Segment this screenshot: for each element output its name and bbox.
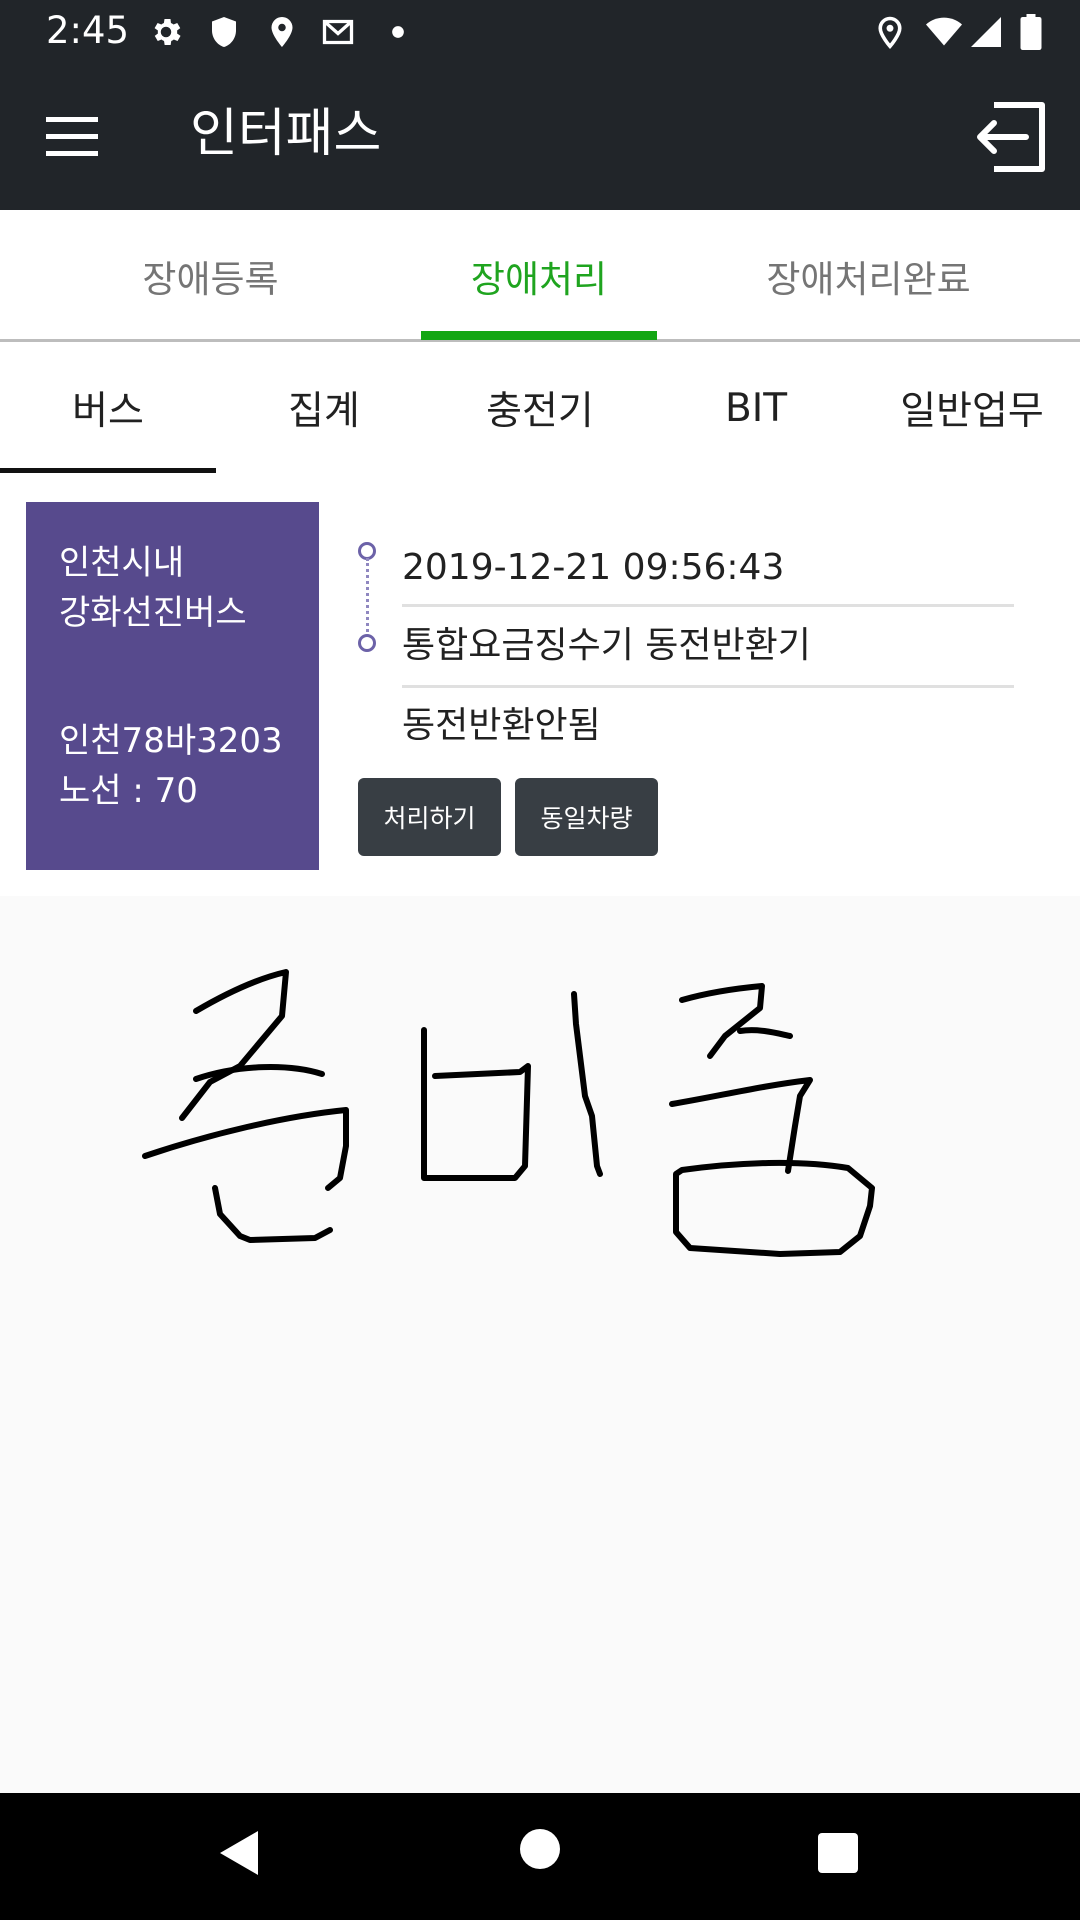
navigation-bar bbox=[0, 1793, 1080, 1920]
location-icon bbox=[878, 16, 902, 49]
tab-fault-completed[interactable]: 장애처리완료 bbox=[657, 210, 1080, 342]
dot-icon bbox=[392, 26, 404, 38]
bus-company-region: 인천시내 bbox=[59, 543, 185, 583]
location-icon bbox=[271, 17, 293, 47]
bus-plate-number: 인천78바3203 bbox=[59, 721, 283, 761]
wifi-icon bbox=[926, 17, 962, 46]
tab-bus[interactable]: 버스 bbox=[0, 342, 216, 474]
tab-charger[interactable]: 충전기 bbox=[432, 342, 648, 474]
bus-route: 노선 : 70 bbox=[59, 771, 198, 811]
primary-tab-bar: 장애등록 장애처리 장애처리완료 bbox=[0, 210, 1080, 342]
hamburger-menu-icon[interactable] bbox=[46, 117, 98, 157]
handwriting-canvas[interactable] bbox=[0, 896, 1080, 1793]
timeline-dot-icon bbox=[358, 634, 376, 652]
status-time: 2:45 bbox=[46, 9, 130, 52]
gear-icon bbox=[154, 18, 181, 46]
tab-aggregate[interactable]: 집계 bbox=[216, 342, 432, 474]
tab-bit[interactable]: BIT bbox=[648, 342, 864, 474]
shield-icon bbox=[212, 17, 236, 47]
app-title: 인터패스 bbox=[190, 104, 382, 164]
home-icon[interactable] bbox=[518, 1827, 562, 1871]
battery-icon bbox=[1020, 14, 1042, 50]
recents-icon[interactable] bbox=[816, 1831, 860, 1875]
process-button[interactable]: 처리하기 bbox=[358, 778, 501, 856]
logout-icon[interactable] bbox=[970, 97, 1050, 177]
row-divider bbox=[402, 604, 1014, 607]
tab-general-work[interactable]: 일반업무 bbox=[864, 342, 1080, 474]
tab-fault-registration[interactable]: 장애등록 bbox=[0, 210, 421, 342]
row-divider bbox=[402, 685, 1014, 688]
bus-info-box: 인천시내 강화선진버스 인천78바3203 노선 : 70 bbox=[26, 502, 319, 870]
signal-icon bbox=[971, 17, 1001, 47]
same-vehicle-button[interactable]: 동일차량 bbox=[515, 778, 658, 856]
app-bar: 인터패스 bbox=[0, 63, 1080, 210]
status-bar: 2:45 bbox=[0, 0, 1080, 63]
secondary-tab-bar: 버스 집계 충전기 BIT 일반업무 bbox=[0, 342, 1080, 474]
gmail-icon bbox=[322, 19, 354, 45]
fault-description: 동전반환안됨 bbox=[402, 705, 601, 746]
active-tab-indicator bbox=[421, 331, 657, 340]
fault-datetime: 2019-12-21 09:56:43 bbox=[402, 547, 785, 588]
fault-device: 통합요금징수기 동전반환기 bbox=[402, 625, 811, 666]
bus-company-name: 강화선진버스 bbox=[59, 593, 247, 633]
timeline-connector bbox=[366, 558, 369, 638]
back-icon[interactable] bbox=[214, 1827, 266, 1879]
tab-fault-processing[interactable]: 장애처리 bbox=[421, 210, 657, 342]
active-subtab-indicator bbox=[0, 468, 216, 473]
